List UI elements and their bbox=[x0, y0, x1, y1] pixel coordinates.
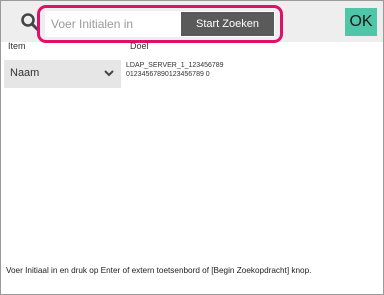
hint-text: Voer Initiaal in en druk op Enter of ext… bbox=[6, 266, 312, 275]
screen-frame bbox=[0, 0, 384, 295]
top-bar: Start Zoeken OK bbox=[1, 1, 383, 43]
doel-line-1: LDAP_SERVER_1_123456789 bbox=[126, 62, 224, 69]
ok-button[interactable]: OK bbox=[345, 8, 377, 36]
column-header-doel: Doel bbox=[130, 41, 149, 51]
chevron-down-icon bbox=[104, 70, 114, 77]
item-dropdown[interactable]: Naam bbox=[4, 60, 121, 88]
column-header-item: Item bbox=[8, 41, 26, 51]
search-highlight-frame bbox=[37, 5, 283, 43]
item-dropdown-value: Naam bbox=[10, 67, 40, 79]
doel-value: LDAP_SERVER_1_123456789 0123456789012345… bbox=[126, 61, 224, 79]
doel-line-2: 01234567890123456789 0 bbox=[126, 71, 210, 78]
